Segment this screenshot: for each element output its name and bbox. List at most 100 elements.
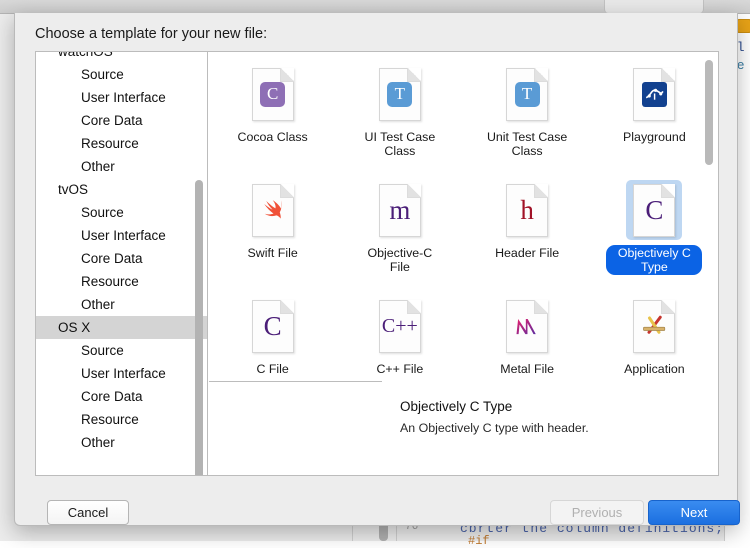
metal-file-icon (499, 296, 555, 356)
sidebar-item-label: Source (81, 205, 124, 220)
template-tile-ui-test-case-class[interactable]: TUI Test Case Class (336, 56, 463, 168)
sidebar-item-resource[interactable]: Resource (36, 132, 207, 155)
sidebar-item-label: Resource (81, 274, 139, 289)
sidebar-item-core-data[interactable]: Core Data (36, 109, 207, 132)
template-tile-label: Swift File (241, 245, 303, 261)
swift-file-icon (245, 180, 301, 240)
sidebar-item-other[interactable]: Other (36, 431, 207, 454)
file-page-shape: h (506, 184, 548, 237)
cpp-file-icon: C++ (372, 296, 428, 356)
header-file-icon: h (499, 180, 555, 240)
sidebar-item-tvos[interactable]: tvOS (36, 178, 207, 201)
sidebar-item-core-data[interactable]: Core Data (36, 385, 207, 408)
sidebar-item-os-x[interactable]: OS X (36, 316, 207, 339)
sidebar-item-label: watchOS (58, 52, 113, 59)
template-grid: C Cocoa Class TUI Test Case ClassTUnit Tes… (209, 56, 718, 382)
sidebar-item-source[interactable]: Source (36, 339, 207, 362)
sidebar-item-label: Resource (81, 412, 139, 427)
sidebar-item-label: Other (81, 159, 115, 174)
objective-c-file-icon: m (372, 180, 428, 240)
sidebar-item-resource[interactable]: Resource (36, 270, 207, 293)
template-tile-label: Cocoa Class (232, 129, 314, 145)
file-page-shape: C (252, 68, 294, 121)
sidebar-item-other[interactable]: Other (36, 155, 207, 178)
ui-test-case-class-icon: T (372, 64, 428, 124)
icon-badge: T (387, 82, 412, 107)
template-tile-unit-test-case-class[interactable]: TUnit Test Case Class (464, 56, 591, 168)
sidebar-item-label: Source (81, 343, 124, 358)
cancel-button[interactable]: Cancel (47, 500, 129, 525)
icon-letter-glyph: C++ (382, 316, 418, 336)
sidebar-item-watchos[interactable]: watchOS (36, 52, 207, 63)
icon-letter-glyph: C (264, 313, 282, 340)
template-tile-application[interactable]: Application (591, 288, 718, 382)
sidebar-item-source[interactable]: Source (36, 201, 207, 224)
application-icon (626, 296, 682, 356)
platform-sidebar[interactable]: watchOS Source User Interface Core Data Reso… (36, 52, 208, 475)
template-tile-playground[interactable]: Playground (591, 56, 718, 168)
cocoa-class-icon: C (245, 64, 301, 124)
template-tile-label: Header File (489, 245, 565, 261)
background-code-bottom-line-2: #if (468, 534, 490, 548)
sidebar-item-core-data[interactable]: Core Data (36, 247, 207, 270)
template-tile-metal-file[interactable]: Metal File (464, 288, 591, 382)
new-file-template-sheet: Choose a template for your new file: wat… (14, 13, 738, 526)
template-grid-pane: C Cocoa Class TUI Test Case ClassTUnit Tes… (209, 52, 718, 475)
file-page-shape: m (379, 184, 421, 237)
template-tile-c-file[interactable]: C++C++ File (336, 288, 463, 382)
template-grid-scrollbar[interactable] (705, 60, 713, 165)
sidebar-item-label: Other (81, 297, 115, 312)
file-page-shape: T (379, 68, 421, 121)
template-tile-label: C File (250, 361, 294, 377)
icon-badge: T (515, 82, 540, 107)
unit-test-case-class-icon: T (499, 64, 555, 124)
background-toolbar (0, 0, 750, 14)
template-tile-label: Application (618, 361, 691, 377)
file-page-shape (633, 300, 675, 353)
sheet-title: Choose a template for your new file: (35, 26, 267, 42)
previous-button[interactable]: Previous (550, 500, 644, 525)
template-tile-cocoa-class[interactable]: C Cocoa Class (209, 56, 336, 168)
application-tools-icon (639, 311, 669, 341)
template-tile-swift-file[interactable]: Swift File (209, 172, 336, 284)
template-tile-objectively-c-type[interactable]: C Objectively C Type (591, 172, 718, 284)
template-tile-objective-c-file[interactable]: m Objective-C File (336, 172, 463, 284)
file-page-shape (506, 300, 548, 353)
template-description-panel: Objectively C Type An Objectively C type… (382, 381, 718, 475)
template-tile-label: Playground (617, 129, 692, 145)
c-file-icon: C (245, 296, 301, 356)
sidebar-item-label: Core Data (81, 389, 143, 404)
playground-icon (626, 64, 682, 124)
description-title: Objectively C Type (400, 399, 512, 414)
swift-bird-icon (258, 195, 288, 225)
file-page-shape (252, 184, 294, 237)
template-tile-label: Objectively C Type (606, 245, 702, 275)
sidebar-item-resource[interactable]: Resource (36, 408, 207, 431)
template-grid-scroll-area[interactable]: C Cocoa Class TUI Test Case ClassTUnit Tes… (209, 52, 718, 382)
template-tile-c-file[interactable]: C C File (209, 288, 336, 382)
sidebar-item-source[interactable]: Source (36, 63, 207, 86)
sidebar-scrollbar[interactable] (195, 180, 203, 475)
file-page-shape: C (633, 184, 675, 237)
sidebar-item-label: User Interface (81, 366, 166, 381)
template-tile-header-file[interactable]: h Header File (464, 172, 591, 284)
sidebar-item-label: Resource (81, 136, 139, 151)
sidebar-item-label: Core Data (81, 113, 143, 128)
sidebar-item-label: Other (81, 435, 115, 450)
objectively-c-type-icon: C (626, 180, 682, 240)
sidebar-item-user-interface[interactable]: User Interface (36, 224, 207, 247)
background-toolbar-tab (604, 0, 704, 13)
sidebar-item-label: Core Data (81, 251, 143, 266)
sidebar-item-label: tvOS (58, 182, 88, 197)
sidebar-item-user-interface[interactable]: User Interface (36, 362, 207, 385)
file-page-shape: C (252, 300, 294, 353)
sidebar-item-label: Source (81, 67, 124, 82)
sidebar-item-user-interface[interactable]: User Interface (36, 86, 207, 109)
file-page-shape: T (506, 68, 548, 121)
template-browser: watchOS Source User Interface Core Data Reso… (35, 51, 719, 476)
icon-letter-glyph: m (389, 197, 410, 224)
next-button[interactable]: Next (648, 500, 740, 525)
template-tile-label: Objective-C File (352, 245, 448, 275)
sidebar-item-other[interactable]: Other (36, 293, 207, 316)
playground-graph-icon (642, 82, 667, 107)
